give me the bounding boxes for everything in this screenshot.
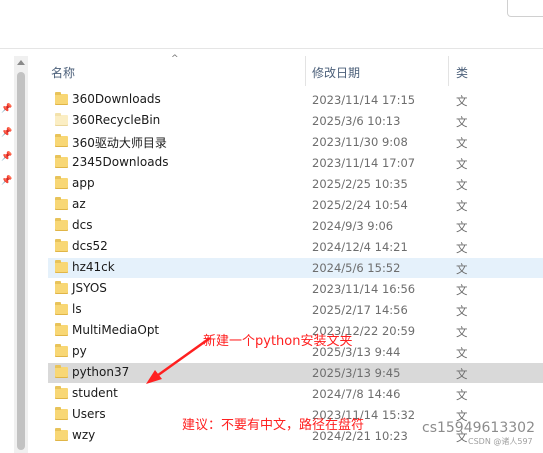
- column-date-header[interactable]: 修改日期: [312, 64, 360, 81]
- file-date: 2025/3/6 10:13: [312, 114, 401, 128]
- folder-icon: [55, 134, 68, 147]
- column-name-header[interactable]: 名称: [51, 64, 75, 81]
- watermark-csdn: CSDN @诸人597: [468, 437, 533, 446]
- column-type-header[interactable]: 类: [456, 64, 468, 81]
- file-date: 2023/11/14 16:56: [312, 282, 416, 296]
- file-date: 2024/7/8 14:46: [312, 387, 401, 401]
- folder-icon: [55, 386, 68, 399]
- file-type: 文: [456, 136, 468, 150]
- title-bar-area: [0, 0, 543, 48]
- file-type: 文: [456, 325, 468, 339]
- file-row[interactable]: hz41ck 2024/5/6 15:52 文: [48, 258, 543, 278]
- folder-icon: [55, 302, 68, 315]
- file-type: 文: [456, 283, 468, 297]
- file-name: python37: [72, 365, 130, 379]
- file-type: 文: [456, 157, 468, 171]
- column-separator[interactable]: [448, 56, 449, 86]
- file-date: 2024/5/6 15:52: [312, 261, 401, 275]
- folder-icon: [55, 281, 68, 294]
- file-row[interactable]: app 2025/2/25 10:35 文: [48, 174, 543, 194]
- file-name: wzy: [72, 428, 96, 442]
- file-name: az: [72, 197, 86, 211]
- file-list: 360Downloads 2023/11/14 17:15 文 360RecycleB…: [28, 88, 543, 453]
- folder-icon: [55, 365, 68, 378]
- file-row[interactable]: JSYOS 2023/11/14 16:56 文: [48, 279, 543, 299]
- file-date: 2025/2/25 10:35: [312, 177, 408, 191]
- file-date: 2023/11/14 17:15: [312, 93, 416, 107]
- folder-icon: [55, 260, 68, 273]
- folder-icon: [55, 155, 68, 168]
- vertical-scrollbar[interactable]: [14, 56, 28, 453]
- watermark-handle: cs15949613302: [422, 420, 535, 436]
- pin-icon[interactable]: 📌: [1, 176, 12, 186]
- column-header: 名称 ^ 修改日期 类: [28, 54, 543, 86]
- folder-icon: [55, 428, 68, 441]
- file-name: 360Downloads: [72, 92, 161, 106]
- file-row[interactable]: dcs52 2024/12/4 14:21 文: [48, 237, 543, 257]
- file-row[interactable]: dcs 2024/9/3 9:06 文: [48, 216, 543, 236]
- pin-icon[interactable]: 📌: [1, 104, 12, 114]
- file-name: 2345Downloads: [72, 155, 169, 169]
- sort-up-icon: ^: [171, 54, 179, 64]
- file-type: 文: [456, 346, 468, 360]
- annotation-arrow-text: 新建一个python安装文夹: [203, 334, 353, 349]
- folder-icon: [55, 323, 68, 336]
- search-box[interactable]: [507, 0, 543, 17]
- scroll-thumb[interactable]: [17, 72, 25, 450]
- pin-icon[interactable]: 📌: [1, 152, 12, 162]
- file-name: student: [72, 386, 118, 400]
- file-type: 文: [456, 367, 468, 381]
- navigation-pane: 📌 📌 📌 📌: [0, 49, 14, 453]
- file-row[interactable]: python37 2025/3/13 9:45 文: [48, 363, 543, 383]
- annotation-advice-text: 建议：不要有中文，路径在盘符: [182, 418, 365, 433]
- file-name: 360驱动大师目录: [72, 136, 167, 150]
- folder-icon: [55, 407, 68, 420]
- folder-icon: [55, 344, 68, 357]
- file-name: dcs: [72, 218, 93, 232]
- file-row[interactable]: az 2025/2/24 10:54 文: [48, 195, 543, 215]
- file-name: 360RecycleBin: [72, 113, 161, 127]
- file-type: 文: [456, 262, 468, 276]
- file-row[interactable]: student 2024/7/8 14:46 文: [48, 384, 543, 404]
- file-date: 2023/11/14 17:07: [312, 156, 416, 170]
- file-name: py: [72, 344, 87, 358]
- scroll-up-icon[interactable]: [17, 60, 25, 65]
- folder-icon: [55, 218, 68, 231]
- file-date: 2024/12/4 14:21: [312, 240, 408, 254]
- file-name: JSYOS: [72, 281, 107, 295]
- file-name: ls: [72, 302, 82, 316]
- file-name: hz41ck: [72, 260, 115, 274]
- file-date: 2024/9/3 9:06: [312, 219, 394, 233]
- folder-icon: [55, 176, 68, 189]
- folder-icon: [55, 92, 68, 105]
- file-type: 文: [456, 115, 468, 129]
- folder-icon: [55, 239, 68, 252]
- file-type: 文: [456, 220, 468, 234]
- file-date: 2025/3/13 9:45: [312, 366, 401, 380]
- file-row[interactable]: 360RecycleBin 2025/3/6 10:13 文: [48, 111, 543, 131]
- file-name: dcs52: [72, 239, 108, 253]
- file-row[interactable]: 360Downloads 2023/11/14 17:15 文: [48, 90, 543, 110]
- divider: [0, 48, 543, 49]
- column-separator[interactable]: [305, 56, 306, 86]
- pin-icon[interactable]: 📌: [1, 128, 12, 138]
- file-type: 文: [456, 199, 468, 213]
- file-date: 2023/11/30 9:08: [312, 135, 408, 149]
- file-date: 2025/2/17 14:56: [312, 303, 408, 317]
- file-row[interactable]: 360驱动大师目录 2023/11/30 9:08 文: [48, 132, 543, 152]
- file-name: Users: [72, 407, 106, 421]
- folder-icon: [55, 113, 68, 126]
- file-name: app: [72, 176, 95, 190]
- file-type: 文: [456, 94, 468, 108]
- folder-icon: [55, 197, 68, 210]
- file-row[interactable]: 2345Downloads 2023/11/14 17:07 文: [48, 153, 543, 173]
- file-type: 文: [456, 178, 468, 192]
- file-date: 2025/2/24 10:54: [312, 198, 408, 212]
- file-type: 文: [456, 388, 468, 402]
- file-row[interactable]: ls 2025/2/17 14:56 文: [48, 300, 543, 320]
- file-type: 文: [456, 241, 468, 255]
- file-type: 文: [456, 304, 468, 318]
